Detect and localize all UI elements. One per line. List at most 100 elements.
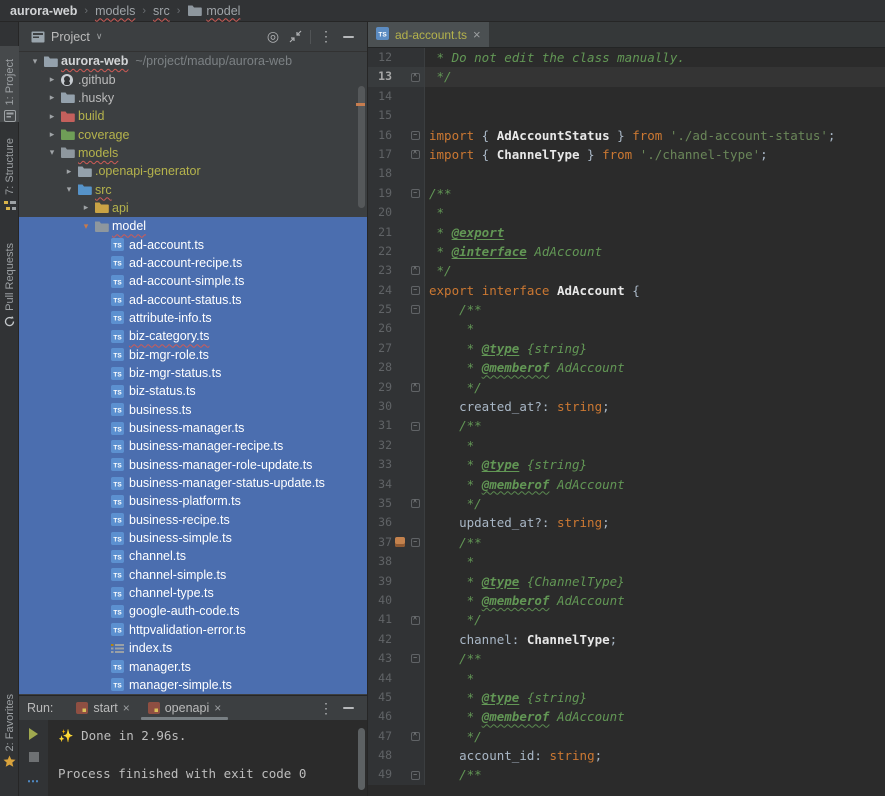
line-number[interactable]: 41 [368, 610, 392, 629]
tree-item-ad-account-status.ts[interactable]: TSad-account-status.ts [19, 290, 367, 308]
more-options-icon[interactable]: ⋮ [315, 697, 337, 719]
fold-marker-icon[interactable]: − [408, 286, 422, 295]
tree-expand-icon[interactable]: ▸ [61, 166, 77, 177]
code-line-13[interactable]: 13^ */ [368, 67, 885, 86]
tree-expand-icon[interactable]: ▸ [44, 111, 60, 122]
code-line-49[interactable]: 49− /** [368, 765, 885, 784]
line-number[interactable]: 31 [368, 416, 392, 435]
tree-expand-icon[interactable]: ▾ [61, 184, 77, 195]
code-line-38[interactable]: 38 * [368, 552, 885, 571]
tree-item-business-simple.ts[interactable]: TSbusiness-simple.ts [19, 529, 367, 547]
code-line-29[interactable]: 29^ */ [368, 378, 885, 397]
breadcrumb-item-model[interactable]: model [187, 4, 240, 18]
line-number[interactable]: 45 [368, 688, 392, 707]
line-number[interactable]: 16 [368, 126, 392, 145]
code-line-21[interactable]: 21 * @export [368, 223, 885, 242]
code-line-26[interactable]: 26 * [368, 319, 885, 338]
console-scrollbar[interactable] [358, 728, 365, 790]
tree-item-models[interactable]: ▾models [19, 144, 367, 162]
tree-item-.husky[interactable]: ▸.husky [19, 89, 367, 107]
line-number[interactable]: 34 [368, 475, 392, 494]
line-number[interactable]: 42 [368, 630, 392, 649]
tree-item-biz-mgr-status.ts[interactable]: TSbiz-mgr-status.ts [19, 364, 367, 382]
code-line-44[interactable]: 44 * [368, 669, 885, 688]
run-tab-openapi[interactable]: openapi× [139, 696, 231, 720]
line-number[interactable]: 15 [368, 106, 392, 125]
line-number[interactable]: 14 [368, 87, 392, 106]
stripe-tab-pull-requests[interactable]: Pull Requests [0, 222, 19, 328]
tree-item-ad-account.ts[interactable]: TSad-account.ts [19, 235, 367, 253]
tree-item-biz-category.ts[interactable]: TSbiz-category.ts [19, 327, 367, 345]
hide-panel-icon[interactable] [337, 26, 359, 48]
tree-item-business-platform.ts[interactable]: TSbusiness-platform.ts [19, 492, 367, 510]
close-tab-icon[interactable]: × [473, 27, 481, 42]
line-number[interactable]: 43 [368, 649, 392, 668]
tree-item-coverage[interactable]: ▸coverage [19, 125, 367, 143]
line-number[interactable]: 27 [368, 339, 392, 358]
tree-item-api[interactable]: ▸api [19, 199, 367, 217]
line-number[interactable]: 49 [368, 765, 392, 784]
code-line-23[interactable]: 23^ */ [368, 261, 885, 280]
run-tab-start[interactable]: start× [67, 696, 138, 720]
tree-item-index.ts[interactable]: index.ts [19, 639, 367, 657]
code-line-42[interactable]: 42 channel: ChannelType; [368, 630, 885, 649]
line-number[interactable]: 25 [368, 300, 392, 319]
breadcrumb-item-aurora-web[interactable]: aurora-web [10, 4, 77, 18]
close-tab-icon[interactable]: × [214, 701, 221, 715]
line-number[interactable]: 24 [368, 281, 392, 300]
gutter-bookmark-icon[interactable] [392, 537, 408, 547]
code-line-30[interactable]: 30 created_at?: string; [368, 397, 885, 416]
line-number[interactable]: 37 [368, 533, 392, 552]
tree-item-business-manager.ts[interactable]: TSbusiness-manager.ts [19, 419, 367, 437]
line-number[interactable]: 20 [368, 203, 392, 222]
tree-item-business-recipe.ts[interactable]: TSbusiness-recipe.ts [19, 511, 367, 529]
hide-panel-icon[interactable] [337, 697, 359, 719]
line-number[interactable]: 13 [368, 67, 392, 86]
code-line-25[interactable]: 25− /** [368, 300, 885, 319]
line-number[interactable]: 33 [368, 455, 392, 474]
tree-item-.github[interactable]: ▸.github [19, 70, 367, 88]
tree-item-channel-simple.ts[interactable]: TSchannel-simple.ts [19, 566, 367, 584]
line-number[interactable]: 32 [368, 436, 392, 455]
tree-item-ad-account-recipe.ts[interactable]: TSad-account-recipe.ts [19, 254, 367, 272]
fold-marker-icon[interactable]: − [408, 131, 422, 140]
code-line-16[interactable]: 16−import { AdAccountStatus } from './ad… [368, 126, 885, 145]
tree-expand-icon[interactable]: ▸ [78, 202, 94, 213]
fold-marker-icon[interactable]: ^ [408, 150, 422, 159]
line-number[interactable]: 30 [368, 397, 392, 416]
line-number[interactable]: 40 [368, 591, 392, 610]
console-more-icon[interactable]: ⋯ [27, 774, 40, 788]
line-number[interactable]: 18 [368, 164, 392, 183]
editor-tab-ad-account[interactable]: TS ad-account.ts × [368, 22, 489, 47]
line-number[interactable]: 19 [368, 184, 392, 203]
code-line-17[interactable]: 17^import { ChannelType } from './channe… [368, 145, 885, 164]
line-number[interactable]: 22 [368, 242, 392, 261]
code-line-12[interactable]: 12 * Do not edit the class manually. [368, 48, 885, 67]
fold-marker-icon[interactable]: ^ [408, 266, 422, 275]
line-number[interactable]: 46 [368, 707, 392, 726]
tree-item-business.ts[interactable]: TSbusiness.ts [19, 401, 367, 419]
breadcrumb-item-src[interactable]: src [153, 4, 170, 18]
tree-expand-icon[interactable]: ▾ [44, 147, 60, 158]
line-number[interactable]: 47 [368, 727, 392, 746]
line-number[interactable]: 44 [368, 669, 392, 688]
code-line-18[interactable]: 18 [368, 164, 885, 183]
code-line-36[interactable]: 36 updated_at?: string; [368, 513, 885, 532]
collapse-all-icon[interactable] [284, 26, 306, 48]
line-number[interactable]: 23 [368, 261, 392, 280]
code-line-45[interactable]: 45 * @type {string} [368, 688, 885, 707]
tree-expand-icon[interactable]: ▸ [44, 74, 60, 85]
tree-expand-icon[interactable]: ▸ [44, 92, 60, 103]
code-line-15[interactable]: 15 [368, 106, 885, 125]
code-editor[interactable]: 12 * Do not edit the class manually.13^ … [368, 48, 885, 795]
code-line-46[interactable]: 46 * @memberof AdAccount [368, 707, 885, 726]
tree-item-business-manager-status-update.ts[interactable]: TSbusiness-manager-status-update.ts [19, 474, 367, 492]
more-options-icon[interactable]: ⋮ [315, 26, 337, 48]
line-number[interactable]: 48 [368, 746, 392, 765]
tree-item-google-auth-code.ts[interactable]: TSgoogle-auth-code.ts [19, 602, 367, 620]
tree-scrollbar[interactable] [358, 86, 365, 208]
tree-item-business-manager-recipe.ts[interactable]: TSbusiness-manager-recipe.ts [19, 437, 367, 455]
tree-item-aurora-web[interactable]: ▾aurora-web~/project/madup/aurora-web [19, 52, 367, 70]
tree-item-manager.ts[interactable]: TSmanager.ts [19, 657, 367, 675]
line-number[interactable]: 21 [368, 223, 392, 242]
